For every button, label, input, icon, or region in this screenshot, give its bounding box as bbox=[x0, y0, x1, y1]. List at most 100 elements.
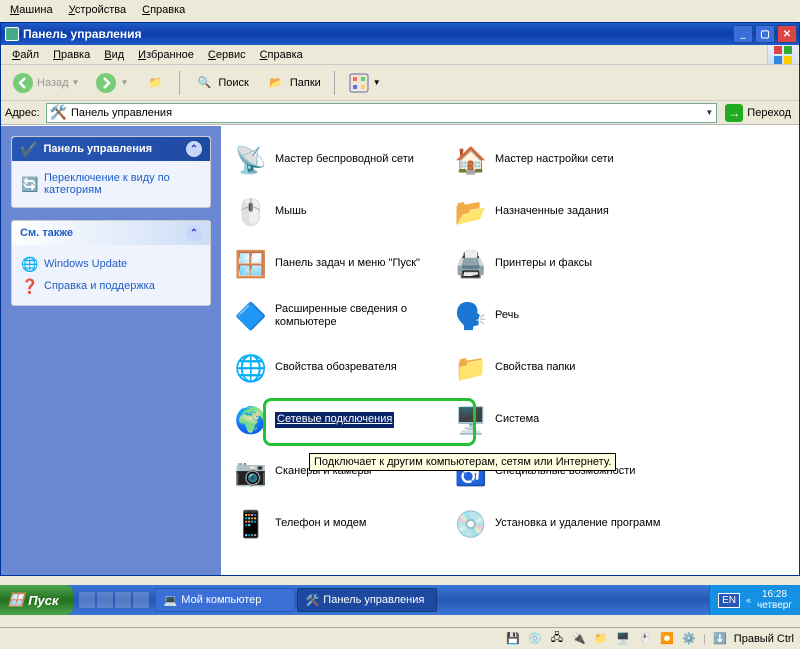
cpl-item-scheduled-tasks[interactable]: 📂Назначенные задания bbox=[449, 190, 669, 234]
sidebar-title: Панель управления bbox=[43, 143, 152, 155]
search-icon: 🔍 bbox=[193, 72, 215, 94]
content-area: ✔️ Панель управления ⌃ 🔄 Переключение к … bbox=[1, 125, 799, 575]
cpl-item-label: Сетевые подключения bbox=[275, 412, 394, 427]
views-icon bbox=[348, 72, 370, 94]
forward-icon bbox=[95, 72, 117, 94]
cpl-item-label: Назначенные задания bbox=[495, 205, 609, 218]
cpl-item-phone-modem[interactable]: 📱Телефон и модем bbox=[229, 502, 449, 546]
menu-view[interactable]: Вид bbox=[97, 47, 131, 63]
toolbar: Назад ▼ ▼ 📁 🔍 Поиск 📂 Папки ▼ bbox=[1, 65, 799, 101]
explorer-window: Панель управления _ ▢ ✕ Файл Правка Вид … bbox=[0, 22, 800, 576]
vm-hdd-icon[interactable]: 💾 bbox=[505, 631, 521, 647]
vm-status-bar: 💾 💿 🖧 🔌 📁 🖥️ 🖱️ ⏺️ ⚙️ | ⬇️ Правый Ctrl bbox=[0, 627, 800, 649]
menu-file[interactable]: Файл bbox=[5, 47, 46, 63]
sidebar-panel-main: ✔️ Панель управления ⌃ 🔄 Переключение к … bbox=[11, 136, 211, 208]
search-label: Поиск bbox=[218, 77, 248, 89]
address-value: Панель управления bbox=[71, 107, 172, 119]
cpl-item-label: Свойства обозревателя bbox=[275, 361, 397, 374]
switch-category-view[interactable]: 🔄 Переключение к виду по категориям bbox=[22, 169, 200, 199]
cpl-item-label: Свойства папки bbox=[495, 361, 575, 374]
see-also-title: См. также bbox=[20, 227, 73, 239]
cpl-item-folder-options[interactable]: 📁Свойства папки bbox=[449, 346, 669, 390]
back-button[interactable]: Назад ▼ bbox=[5, 68, 86, 98]
control-panel-icon: 🛠️ bbox=[50, 104, 67, 121]
cpl-item-taskbar-start[interactable]: 🪟Панель задач и меню "Пуск" bbox=[229, 242, 449, 286]
switch-view-label: Переключение к виду по категориям bbox=[44, 172, 200, 196]
vm-display-icon[interactable]: 🖥️ bbox=[615, 631, 631, 647]
cpl-item-label: Мышь bbox=[275, 205, 307, 218]
address-bar: Адрес: 🛠️ Панель управления ▼ → Переход bbox=[1, 101, 799, 125]
menu-help[interactable]: Справка bbox=[253, 47, 310, 63]
menu-edit[interactable]: Правка bbox=[46, 47, 97, 63]
menu-favorites[interactable]: Избранное bbox=[131, 47, 201, 63]
window-title: Панель управления bbox=[23, 27, 141, 41]
up-button[interactable]: 📁 bbox=[137, 68, 173, 98]
ql-desktop-icon[interactable] bbox=[97, 592, 113, 608]
network-wizard-icon: 🏠 bbox=[453, 142, 489, 178]
collapse-button[interactable]: ⌃ bbox=[186, 225, 202, 241]
forward-button[interactable]: ▼ bbox=[88, 68, 135, 98]
address-label: Адрес: bbox=[5, 107, 42, 119]
maximize-button[interactable]: ▢ bbox=[755, 25, 775, 43]
lang-indicator[interactable]: EN bbox=[718, 593, 740, 608]
cpl-item-label: Установка и удаление программ bbox=[495, 517, 660, 530]
vm-menu-machine[interactable]: Машина bbox=[4, 2, 59, 18]
vm-menu-devices[interactable]: Устройства bbox=[63, 2, 133, 18]
cpl-item-printers-faxes[interactable]: 🖨️Принтеры и факсы bbox=[449, 242, 669, 286]
cpl-item-add-remove-programs[interactable]: 💿 Установка и удаление программ bbox=[449, 502, 669, 546]
cpl-item-internet-options[interactable]: 🌐 Свойства обозревателя bbox=[229, 346, 449, 390]
close-button[interactable]: ✕ bbox=[777, 25, 797, 43]
cpl-item-speech[interactable]: 🗣️Речь bbox=[449, 294, 669, 338]
folders-icon: 📂 bbox=[265, 72, 287, 94]
cpl-item-system-info[interactable]: 🔷Расширенные сведения о компьютере bbox=[229, 294, 449, 338]
vm-net-icon[interactable]: 🖧 bbox=[549, 631, 565, 647]
vm-cpu-icon[interactable]: ⚙️ bbox=[681, 631, 697, 647]
vm-usb-icon[interactable]: 🔌 bbox=[571, 631, 587, 647]
go-button[interactable]: → Переход bbox=[721, 104, 795, 122]
internet-options-icon: 🌐 bbox=[233, 350, 269, 386]
ql-media-icon[interactable] bbox=[115, 592, 131, 608]
task-control-panel[interactable]: 🛠️ Панель управления bbox=[297, 588, 437, 612]
ql-ie-icon[interactable] bbox=[79, 592, 95, 608]
link-help-support[interactable]: ❓ Справка и поддержка bbox=[22, 275, 200, 297]
vm-hostkey-label: Правый Ctrl bbox=[734, 633, 794, 645]
add-remove-programs-icon: 💿 bbox=[453, 506, 489, 542]
cpl-item-system[interactable]: 🖥️Система bbox=[449, 398, 669, 442]
vm-menubar: Машина Устройства Справка bbox=[0, 0, 800, 20]
cpl-item-network-wizard[interactable]: 🏠Мастер настройки сети bbox=[449, 138, 669, 182]
toolbar-separator bbox=[334, 71, 335, 95]
scanners-cameras-icon: 📷 bbox=[233, 454, 269, 490]
search-button[interactable]: 🔍 Поиск bbox=[186, 68, 255, 98]
cpl-item-network-connections[interactable]: 🌍Сетевые подключения bbox=[229, 398, 449, 442]
task-my-computer[interactable]: 💻 Мой компьютер bbox=[155, 588, 295, 612]
chevron-down-icon[interactable]: ▼ bbox=[705, 108, 713, 117]
back-icon bbox=[12, 72, 34, 94]
minimize-button[interactable]: _ bbox=[733, 25, 753, 43]
collapse-button[interactable]: ⌃ bbox=[186, 141, 202, 157]
address-field[interactable]: 🛠️ Панель управления ▼ bbox=[46, 103, 718, 123]
menu-tools[interactable]: Сервис bbox=[201, 47, 253, 63]
cpl-item-label: Расширенные сведения о компьютере bbox=[275, 303, 445, 329]
start-button[interactable]: 🪟 Пуск bbox=[0, 585, 73, 615]
cpl-item-wireless-wizard[interactable]: 📡Мастер беспроводной сети bbox=[229, 138, 449, 182]
start-label: Пуск bbox=[28, 593, 58, 608]
chevron-down-icon: ▼ bbox=[72, 78, 80, 87]
ql-folder-icon[interactable] bbox=[133, 592, 149, 608]
folders-button[interactable]: 📂 Папки bbox=[258, 68, 328, 98]
clock[interactable]: 16:28 четверг bbox=[757, 589, 792, 611]
cpl-item-label: Принтеры и факсы bbox=[495, 257, 592, 270]
system-icon: 🖥️ bbox=[453, 402, 489, 438]
system-info-icon: 🔷 bbox=[233, 298, 269, 334]
vm-mouse-icon[interactable]: 🖱️ bbox=[637, 631, 653, 647]
sidebar: ✔️ Панель управления ⌃ 🔄 Переключение к … bbox=[1, 126, 221, 575]
link-windows-update[interactable]: 🌐 Windows Update bbox=[22, 253, 200, 275]
help-icon: ❓ bbox=[22, 278, 38, 294]
views-button[interactable]: ▼ bbox=[341, 68, 388, 98]
vm-shared-icon[interactable]: 📁 bbox=[593, 631, 609, 647]
tray-expand-icon[interactable]: « bbox=[746, 595, 751, 605]
windows-flag-icon bbox=[767, 45, 797, 64]
cpl-item-mouse[interactable]: 🖱️Мышь bbox=[229, 190, 449, 234]
vm-rec-icon[interactable]: ⏺️ bbox=[659, 631, 675, 647]
vm-cd-icon[interactable]: 💿 bbox=[527, 631, 543, 647]
vm-menu-help[interactable]: Справка bbox=[136, 2, 191, 18]
